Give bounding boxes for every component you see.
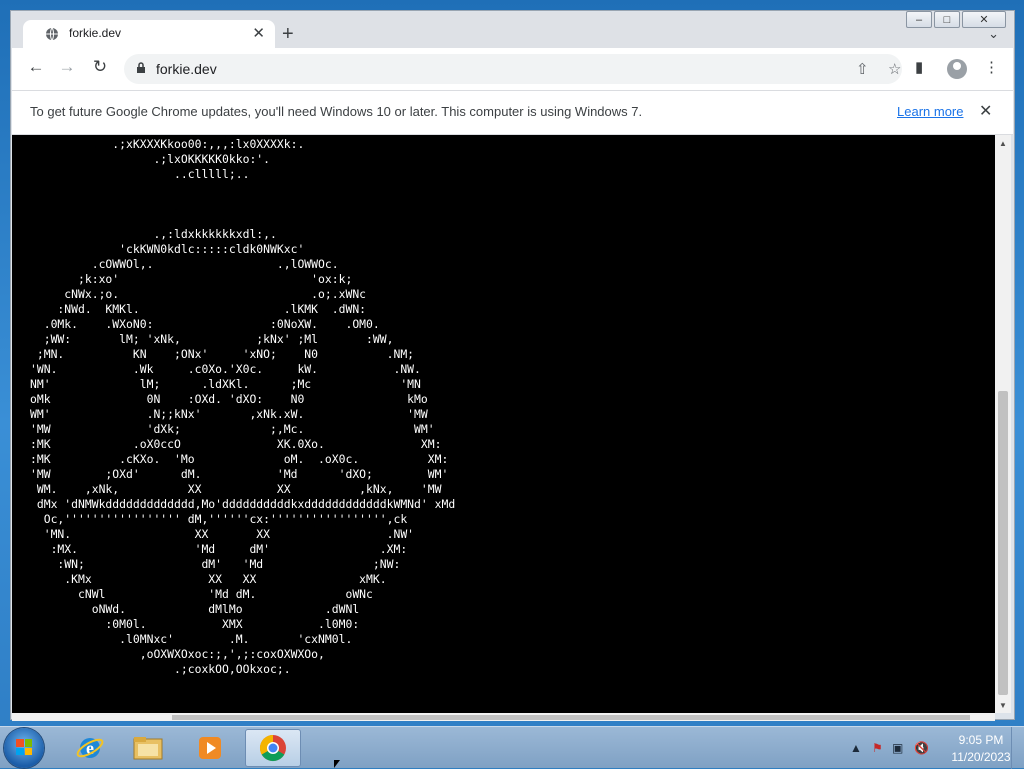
vertical-scrollbar[interactable]: ▲ ▼	[995, 135, 1011, 713]
infobar-message: To get future Google Chrome updates, you…	[30, 104, 643, 119]
toolbar: ← → ↻ forkie.dev ⇧ ☆ ▮ ⋮	[12, 48, 1013, 90]
system-tray: ▲ ⚑ ▣ 🔇 9:05 PM 11/20/2023	[834, 727, 1024, 769]
horizontal-scroll-thumb[interactable]	[172, 715, 970, 720]
profile-avatar-icon[interactable]	[947, 59, 967, 79]
page-content: .;xKXXXKkoo00:,,,:lx0XXXXk:. .;lxOKKKKK0…	[12, 135, 995, 713]
learn-more-link[interactable]: Learn more	[897, 104, 963, 119]
file-explorer-taskbar-button[interactable]	[120, 729, 176, 767]
taskbar: e ▲ ⚑ ▣ 🔇 9:05 PM 11/20/2023	[0, 726, 1024, 769]
address-bar[interactable]: forkie.dev ⇧ ☆	[124, 54, 902, 84]
side-panel-icon[interactable]: ▮	[915, 58, 923, 76]
new-tab-button[interactable]: +	[282, 24, 294, 44]
infobar-close-icon[interactable]: ✕	[979, 101, 992, 121]
show-hidden-icons-chevron-icon[interactable]: ▲	[850, 741, 862, 755]
chrome-window: forkie.dev ✕ + ⌄ – □ ✕ ← → ↻ forkie.dev …	[0, 0, 1024, 726]
tab-forkie[interactable]: forkie.dev ✕	[23, 20, 275, 48]
action-center-flag-icon[interactable]: ⚑	[872, 741, 883, 755]
update-infobar: To get future Google Chrome updates, you…	[12, 90, 1013, 135]
tab-search-icon[interactable]: ⌄	[988, 26, 999, 42]
internet-explorer-taskbar-button[interactable]: e	[62, 729, 118, 767]
clock-time[interactable]: 9:05 PM	[949, 733, 1013, 747]
media-player-icon	[199, 737, 221, 759]
scroll-down-arrow-icon[interactable]: ▼	[999, 701, 1007, 710]
mouse-pointer-icon	[334, 760, 340, 768]
close-window-button[interactable]: ✕	[962, 11, 1006, 28]
bookmark-star-icon[interactable]: ☆	[888, 60, 901, 78]
back-arrow-icon[interactable]: ←	[24, 57, 48, 77]
windows-flag-icon	[16, 739, 32, 755]
start-button[interactable]	[4, 728, 44, 768]
tab-title: forkie.dev	[69, 26, 122, 40]
media-player-taskbar-button[interactable]	[182, 729, 238, 767]
tab-close-icon[interactable]: ✕	[252, 24, 265, 42]
tab-strip: forkie.dev ✕ + ⌄	[12, 12, 1013, 48]
show-desktop-button[interactable]	[1011, 727, 1024, 769]
horizontal-scrollbar[interactable]	[12, 713, 995, 721]
globe-icon	[46, 27, 58, 41]
window-controls: – □ ✕	[906, 11, 1006, 28]
maximize-button[interactable]: □	[934, 11, 960, 28]
menu-kebab-icon[interactable]: ⋮	[984, 58, 999, 76]
volume-muted-icon[interactable]: 🔇	[914, 741, 929, 755]
chrome-icon	[259, 734, 286, 762]
url-text[interactable]: forkie.dev	[156, 61, 217, 77]
chrome-taskbar-button[interactable]	[245, 729, 301, 767]
scroll-thumb[interactable]	[998, 391, 1008, 695]
forward-arrow-icon[interactable]: →	[55, 57, 79, 77]
scroll-up-arrow-icon[interactable]: ▲	[999, 139, 1007, 148]
ascii-art: .;xKXXXKkoo00:,,,:lx0XXXXk:. .;lxOKKKKK0…	[30, 137, 456, 676]
clock-date[interactable]: 11/20/2023	[949, 750, 1013, 764]
share-icon[interactable]: ⇧	[856, 60, 869, 78]
network-icon[interactable]: ▣	[892, 741, 903, 755]
reload-icon[interactable]: ↻	[88, 57, 112, 77]
lock-icon	[137, 62, 145, 73]
internet-explorer-icon: e	[76, 738, 104, 758]
folder-icon	[133, 737, 163, 760]
minimize-button[interactable]: –	[906, 11, 932, 28]
